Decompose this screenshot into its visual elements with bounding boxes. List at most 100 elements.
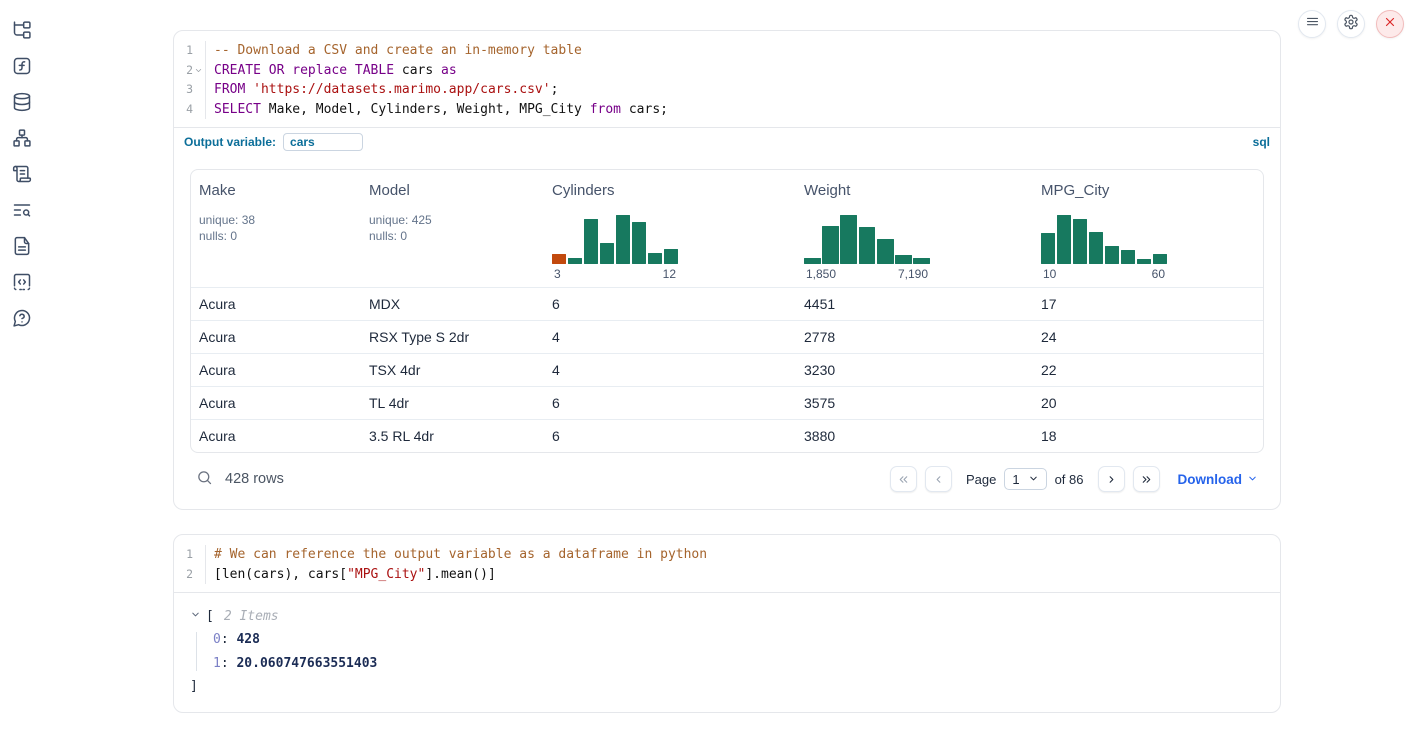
table-cell: Acura bbox=[191, 395, 361, 411]
table-row: AcuraTL 4dr6357520 bbox=[191, 386, 1263, 419]
variables-panel-button[interactable] bbox=[10, 56, 34, 80]
column-header-weight: Weight 1,8507,190 bbox=[796, 182, 1033, 281]
table-cell: 2778 bbox=[796, 329, 1033, 345]
function-square-icon bbox=[12, 56, 32, 81]
line-number: 1 bbox=[186, 545, 193, 565]
notebook-controls bbox=[1298, 10, 1404, 38]
code-token: -- Download a CSV and create an in-memor… bbox=[214, 43, 582, 58]
column-name[interactable]: Cylinders bbox=[552, 182, 615, 199]
table-cell: 17 bbox=[1033, 296, 1263, 312]
page-label: Page bbox=[966, 472, 996, 487]
chevron-down-icon bbox=[1028, 472, 1039, 487]
histogram-bar bbox=[877, 239, 894, 264]
sql-cell: 1 -- Download a CSV and create an in-memo… bbox=[173, 30, 1281, 510]
table-row: AcuraRSX Type S 2dr4277824 bbox=[191, 320, 1263, 353]
help-bubble-icon bbox=[12, 308, 32, 333]
axis-min-label: 10 bbox=[1043, 267, 1056, 281]
histogram-bar bbox=[1121, 250, 1135, 264]
line-gutter: 2 bbox=[174, 61, 206, 81]
download-button[interactable]: Download bbox=[1178, 472, 1259, 487]
column-name[interactable]: Make bbox=[199, 182, 236, 199]
documentation-panel-button[interactable] bbox=[10, 236, 34, 260]
axis-max-label: 60 bbox=[1152, 267, 1165, 281]
next-page-button[interactable] bbox=[1098, 466, 1125, 492]
histogram-bar bbox=[584, 219, 598, 264]
code-token: 'https://datasets.marimo.app/cars.csv' bbox=[253, 82, 550, 97]
code-text: FROM 'https://datasets.marimo.app/cars.c… bbox=[206, 80, 558, 100]
datasources-panel-button[interactable] bbox=[10, 92, 34, 116]
page-select-value: 1 bbox=[1012, 472, 1019, 487]
table-cell: Acura bbox=[191, 296, 361, 312]
code-line: 1-- Download a CSV and create an in-memo… bbox=[174, 41, 1280, 61]
tree-entry: 1: 20.060747663551403 bbox=[213, 656, 1264, 671]
table-cell: TL 4dr bbox=[361, 395, 544, 411]
column-header-model: Modelunique: 425nulls: 0 bbox=[361, 182, 544, 281]
histogram-bar bbox=[1073, 219, 1087, 264]
code-token: [len(cars), cars[ bbox=[214, 567, 347, 582]
line-number: 2 bbox=[186, 61, 193, 81]
dataframe-table: Makeunique: 38nulls: 0Modelunique: 425nu… bbox=[190, 169, 1264, 453]
snippets-icon bbox=[12, 272, 32, 297]
histogram-bar bbox=[895, 255, 912, 264]
histogram-bar bbox=[840, 215, 857, 264]
column-histogram: 1,8507,190 bbox=[804, 212, 930, 281]
histogram-bar bbox=[1089, 232, 1103, 264]
code-token: FROM bbox=[214, 82, 245, 97]
python-editor[interactable]: 1# We can reference the output variable … bbox=[174, 535, 1280, 592]
column-name[interactable]: MPG_City bbox=[1041, 182, 1109, 199]
last-page-button[interactable] bbox=[1133, 466, 1160, 492]
column-name[interactable]: Model bbox=[369, 182, 410, 199]
previous-page-button[interactable] bbox=[925, 466, 952, 492]
histogram-bars bbox=[804, 212, 930, 264]
code-line: 3FROM 'https://datasets.marimo.app/cars.… bbox=[174, 80, 1280, 100]
histogram-axis-labels: 1,8507,190 bbox=[804, 267, 930, 281]
histogram-axis-labels: 312 bbox=[552, 267, 678, 281]
download-label: Download bbox=[1178, 472, 1243, 487]
fold-spacer bbox=[193, 103, 203, 115]
table-cell: 4451 bbox=[796, 296, 1033, 312]
tree-collapse-icon[interactable] bbox=[190, 609, 201, 624]
code-line: 1# We can reference the output variable … bbox=[174, 545, 1280, 565]
snippets-panel-button[interactable] bbox=[10, 272, 34, 296]
table-cell: 4 bbox=[544, 362, 796, 378]
code-line: 4SELECT Make, Model, Cylinders, Weight, … bbox=[174, 100, 1280, 120]
dependency-graph-panel-button[interactable] bbox=[10, 128, 34, 152]
column-name[interactable]: Weight bbox=[804, 182, 850, 199]
file-tree-panel-button[interactable] bbox=[10, 20, 34, 44]
shutdown-button[interactable] bbox=[1376, 10, 1404, 38]
page-select[interactable]: 1 bbox=[1004, 468, 1046, 490]
fold-toggle-icon[interactable] bbox=[193, 64, 203, 76]
tree-entry-value: 20.060747663551403 bbox=[236, 656, 377, 671]
table-cell: 3.5 RL 4dr bbox=[361, 428, 544, 444]
notebook-content: 1 -- Download a CSV and create an in-memo… bbox=[173, 30, 1281, 713]
line-number: 4 bbox=[186, 100, 193, 120]
logs-panel-button[interactable] bbox=[10, 200, 34, 224]
column-stat: nulls: 0 bbox=[199, 228, 361, 244]
settings-button[interactable] bbox=[1337, 10, 1365, 38]
code-token: from bbox=[590, 102, 621, 117]
column-histogram: 312 bbox=[552, 212, 678, 281]
table-cell: 3575 bbox=[796, 395, 1033, 411]
first-page-button[interactable] bbox=[890, 466, 917, 492]
table-cell: MDX bbox=[361, 296, 544, 312]
text-search-icon bbox=[12, 200, 32, 225]
sql-editor[interactable]: 1-- Download a CSV and create an in-memo… bbox=[174, 31, 1280, 127]
table-cell: 6 bbox=[544, 395, 796, 411]
scratchpad-panel-button[interactable] bbox=[10, 164, 34, 188]
histogram-axis-labels: 10 60 bbox=[1041, 267, 1167, 281]
help-panel-button[interactable] bbox=[10, 308, 34, 332]
axis-max-label: 12 bbox=[663, 267, 676, 281]
table-cell: Acura bbox=[191, 329, 361, 345]
table-cell: 6 bbox=[544, 428, 796, 444]
items-count-label: 2 Items bbox=[224, 609, 279, 624]
column-header-make: Makeunique: 38nulls: 0 bbox=[191, 182, 361, 281]
output-tree-body: 0: 4281: 20.060747663551403 bbox=[196, 632, 1264, 671]
search-icon[interactable] bbox=[196, 469, 213, 490]
code-token: cars; bbox=[621, 102, 668, 117]
fold-spacer bbox=[193, 84, 203, 96]
menu-button[interactable] bbox=[1298, 10, 1326, 38]
table-cell: 3230 bbox=[796, 362, 1033, 378]
code-line: 2CREATE OR replace TABLE cars as bbox=[174, 61, 1280, 81]
output-variable-input[interactable] bbox=[283, 133, 363, 151]
histogram-bar bbox=[616, 215, 630, 264]
